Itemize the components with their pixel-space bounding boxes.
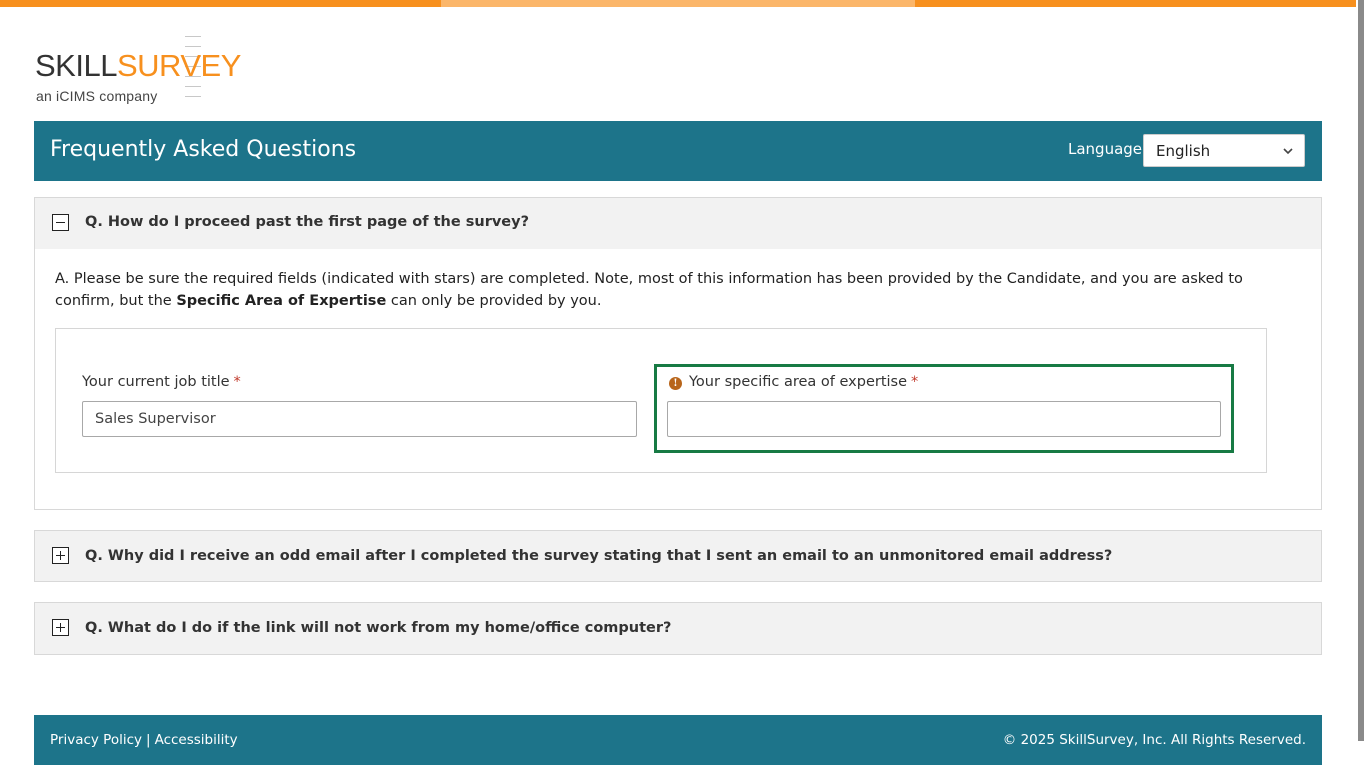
faq-question[interactable]: Q. How do I proceed past the first page … (85, 214, 529, 230)
expand-icon[interactable] (52, 619, 69, 636)
required-asterisk: * (911, 374, 919, 390)
language-selected-value: English (1156, 142, 1211, 160)
language-select[interactable]: English (1143, 134, 1305, 167)
top-accent-bar (0, 0, 1356, 7)
footer-links: Privacy Policy | Accessibility (50, 732, 238, 748)
info-icon: ! (669, 377, 682, 390)
faq-item: Q. Why did I receive an odd email after … (34, 530, 1322, 582)
answer-emphasis: Specific Area of Expertise (176, 293, 387, 309)
scrollbar-thumb[interactable] (1358, 0, 1364, 741)
accessibility-link[interactable]: Accessibility (155, 732, 238, 748)
skillsurvey-logo: SKILLSURVEY an iCIMS company (35, 34, 241, 106)
collapse-icon[interactable] (52, 214, 69, 231)
sample-form: Your current job title * Sales Supervisor… (55, 328, 1267, 473)
faq-question[interactable]: Q. Why did I receive an odd email after … (85, 548, 1112, 564)
footer-separator: | (146, 732, 151, 748)
faq-item: Q. What do I do if the link will not wor… (34, 602, 1322, 655)
faq-question-row[interactable]: Q. What do I do if the link will not wor… (35, 603, 1321, 654)
logo-tagline: an iCIMS company (36, 88, 158, 104)
page-footer: Privacy Policy | Accessibility © 2025 Skil… (34, 715, 1322, 765)
page-scrollbar[interactable] (1356, 0, 1366, 768)
job-title-label: Your current job title * (82, 374, 241, 390)
job-title-input[interactable]: Sales Supervisor (82, 401, 637, 437)
faq-answer-text: A. Please be sure the required fields (i… (55, 271, 1243, 309)
faq-question-row[interactable]: Q. Why did I receive an odd email after … (35, 531, 1321, 582)
logo-wordmark: SKILLSURVEY (35, 48, 241, 83)
language-label: Language (1068, 140, 1143, 158)
expertise-input[interactable] (667, 401, 1221, 437)
faq-answer: A. Please be sure the required fields (i… (35, 249, 1321, 509)
page-header: Frequently Asked Questions Language Engl… (34, 121, 1322, 181)
page-title: Frequently Asked Questions (50, 137, 357, 162)
faq-item: Q. How do I proceed past the first page … (34, 197, 1322, 510)
privacy-policy-link[interactable]: Privacy Policy (50, 732, 142, 748)
top-accent-bar-highlight (441, 0, 915, 7)
required-asterisk: * (233, 374, 241, 390)
copyright-text: © 2025 SkillSurvey, Inc. All Rights Rese… (1002, 732, 1306, 748)
expertise-label: Your specific area of expertise * (689, 374, 919, 390)
faq-question-row[interactable]: Q. How do I proceed past the first page … (35, 198, 1321, 249)
faq-question[interactable]: Q. What do I do if the link will not wor… (85, 620, 671, 636)
expand-icon[interactable] (52, 547, 69, 564)
chevron-down-icon (1282, 141, 1294, 165)
